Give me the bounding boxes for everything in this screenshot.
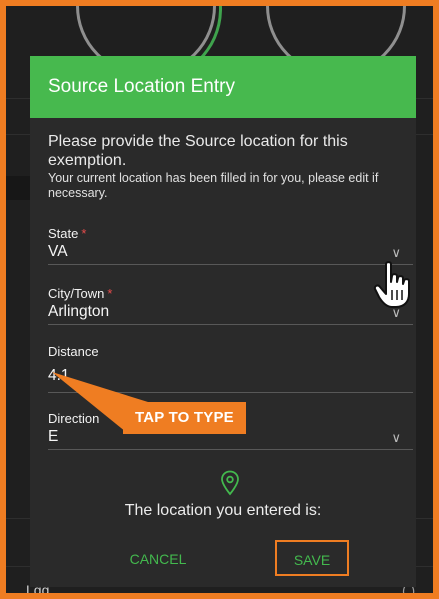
dialog-intro: Please provide the Source location for t… bbox=[48, 133, 348, 169]
cancel-button[interactable]: CANCEL bbox=[118, 541, 198, 577]
city-label: City/Town * bbox=[48, 286, 413, 301]
state-label: State * bbox=[48, 226, 413, 241]
city-label-text: City/Town bbox=[48, 286, 105, 301]
tap-to-type-callout: TAP TO TYPE bbox=[123, 402, 246, 434]
map-pin-icon bbox=[221, 470, 239, 496]
dialog-body: Please provide the Source location for t… bbox=[30, 118, 416, 201]
save-button[interactable]: SAVE bbox=[275, 540, 349, 576]
chevron-down-icon: ∨ bbox=[391, 430, 401, 445]
dialog-title: Source Location Entry bbox=[48, 76, 235, 97]
chevron-down-icon: ∨ bbox=[391, 245, 401, 260]
city-select[interactable]: City/Town * Arlington ∨ bbox=[48, 286, 413, 325]
dialog-note: Your current location has been filled in… bbox=[48, 171, 379, 200]
required-mark: * bbox=[81, 226, 87, 241]
city-value: Arlington bbox=[48, 303, 110, 320]
dialog-header: Source Location Entry bbox=[30, 56, 416, 118]
state-select[interactable]: State * VA ∨ bbox=[48, 226, 413, 265]
distance-label: Distance bbox=[48, 344, 99, 359]
source-location-dialog: Source Location Entry Please provide the… bbox=[30, 56, 416, 587]
state-value: VA bbox=[48, 243, 68, 260]
state-label-text: State bbox=[48, 226, 79, 241]
location-summary-text: The location you entered is: bbox=[124, 502, 322, 519]
required-mark: * bbox=[107, 286, 113, 301]
hand-pointer-icon bbox=[373, 261, 410, 308]
